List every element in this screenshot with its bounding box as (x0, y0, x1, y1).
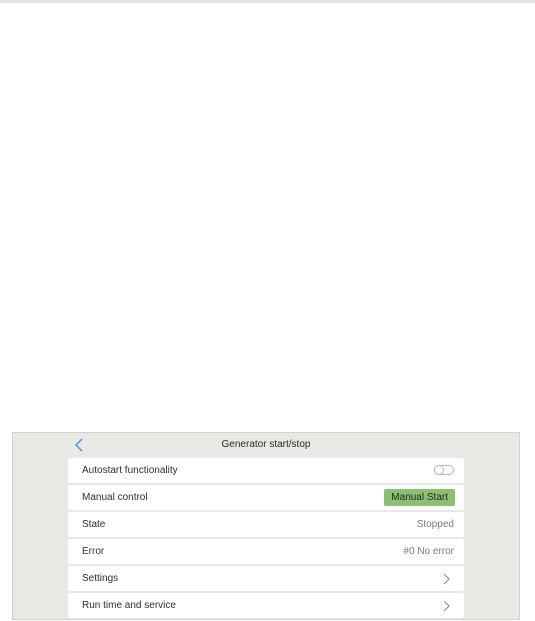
settings-list: Autostart functionality Manual control M… (68, 458, 464, 620)
row-run-time-service[interactable]: Run time and service (68, 593, 464, 618)
page-title: Generator start/stop (221, 439, 311, 450)
chevron-right-icon (443, 573, 450, 585)
manual-start-button[interactable]: Manual Start (384, 489, 455, 506)
row-manual-control: Manual control Manual Start (68, 485, 464, 510)
row-label-autostart: Autostart functionality (82, 465, 178, 476)
title-bar: Generator start/stop (13, 433, 519, 457)
toggle-knob (434, 465, 444, 475)
row-autostart[interactable]: Autostart functionality (68, 458, 464, 483)
top-divider (0, 0, 535, 3)
row-label-error: Error (82, 546, 105, 557)
row-label-manual-control: Manual control (82, 492, 148, 503)
error-value: #0 No error (403, 546, 454, 557)
row-label-state: State (82, 519, 106, 530)
row-error: Error #0 No error (68, 539, 464, 564)
row-state: State Stopped (68, 512, 464, 537)
row-label-settings: Settings (82, 573, 119, 584)
row-label-run-time: Run time and service (82, 600, 176, 611)
state-value: Stopped (416, 519, 454, 530)
chevron-right-icon (443, 600, 450, 612)
autostart-toggle[interactable] (434, 465, 454, 475)
row-settings[interactable]: Settings (68, 566, 464, 591)
generator-panel: Generator start/stop Autostart functiona… (12, 432, 520, 620)
